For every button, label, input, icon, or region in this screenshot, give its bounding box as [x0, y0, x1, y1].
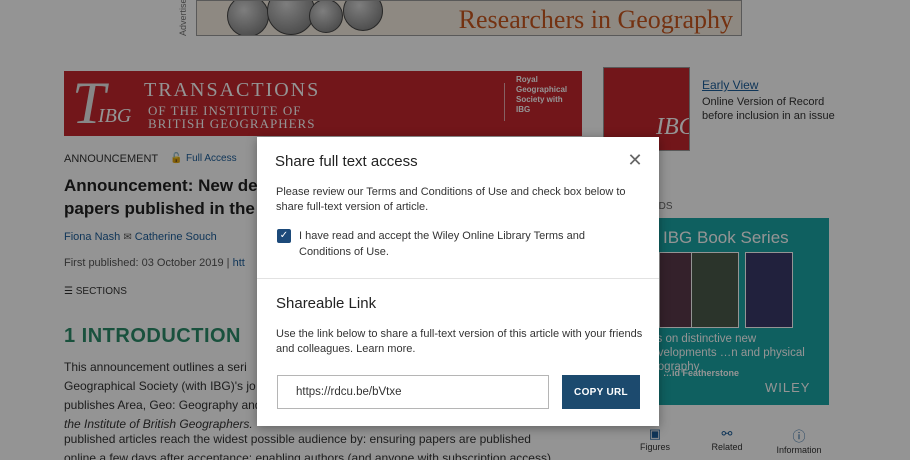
- modal-instructions: Please review our Terms and Conditions o…: [276, 186, 626, 213]
- copy-url-button[interactable]: COPY URL: [562, 375, 640, 409]
- share-modal: Share full text access ✕ Please review o…: [257, 137, 659, 426]
- share-description: Use the link below to share a full-text …: [276, 328, 643, 355]
- share-url-input[interactable]: [277, 375, 549, 409]
- modal-title: Share full text access: [275, 153, 418, 170]
- share-heading: Shareable Link: [276, 295, 377, 312]
- consent-text: I have read and accept the Wiley Online …: [299, 230, 585, 258]
- modal-divider: [257, 278, 659, 279]
- consent-checkbox[interactable]: ✓: [277, 229, 291, 243]
- close-icon[interactable]: ✕: [625, 150, 645, 170]
